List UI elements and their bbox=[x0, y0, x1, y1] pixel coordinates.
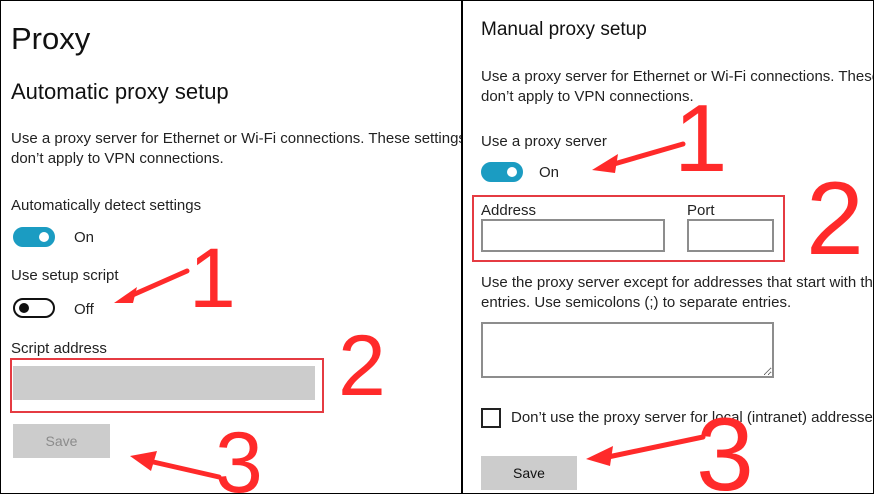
annotation-number-2: 2 bbox=[806, 161, 864, 277]
manual-proxy-panel: Manual proxy setup Use a proxy server fo… bbox=[465, 1, 874, 493]
save-button[interactable]: Save bbox=[13, 424, 110, 458]
setup-script-label: Use setup script bbox=[11, 267, 119, 284]
toggle-on-icon bbox=[507, 167, 517, 177]
manual-proxy-title: Manual proxy setup bbox=[481, 19, 647, 40]
use-proxy-state: On bbox=[539, 164, 560, 181]
proxy-description: Use a proxy server for Ethernet or Wi-Fi… bbox=[11, 130, 463, 167]
annotation-number-1: 1 bbox=[189, 231, 236, 325]
proxy-settings-screenshot: Proxy Automatic proxy setup Use a proxy … bbox=[0, 0, 874, 494]
setup-script-state: Off bbox=[74, 301, 94, 318]
checkbox-icon[interactable] bbox=[481, 408, 501, 428]
automatic-proxy-panel: Proxy Automatic proxy setup Use a proxy … bbox=[1, 1, 463, 493]
exceptions-description: Use the proxy server except for addresse… bbox=[481, 274, 874, 311]
exceptions-input[interactable] bbox=[481, 322, 774, 378]
address-input[interactable] bbox=[481, 219, 665, 252]
script-address-label: Script address bbox=[11, 340, 107, 357]
port-input[interactable] bbox=[687, 219, 774, 252]
save-button[interactable]: Save bbox=[481, 456, 577, 490]
script-address-input[interactable] bbox=[13, 366, 315, 400]
toggle-off-icon bbox=[19, 303, 29, 313]
annotation-number-1: 1 bbox=[674, 85, 728, 192]
section-title: Automatic proxy setup bbox=[11, 79, 229, 104]
local-bypass-label: Don’t use the proxy server for local (in… bbox=[511, 409, 874, 426]
auto-detect-toggle[interactable] bbox=[13, 227, 55, 247]
use-proxy-label: Use a proxy server bbox=[481, 133, 607, 150]
annotation-number-3: 3 bbox=[696, 397, 754, 493]
page-title: Proxy bbox=[11, 21, 91, 56]
use-proxy-toggle[interactable] bbox=[481, 162, 523, 182]
annotation-arrow-icon bbox=[130, 451, 222, 480]
annotation-number-3: 3 bbox=[215, 415, 263, 493]
port-label: Port bbox=[687, 202, 715, 219]
annotation-number-2: 2 bbox=[338, 318, 386, 414]
toggle-on-icon bbox=[39, 232, 49, 242]
setup-script-toggle[interactable] bbox=[13, 298, 55, 318]
auto-detect-label: Automatically detect settings bbox=[11, 197, 202, 214]
address-label: Address bbox=[481, 202, 537, 219]
annotation-arrow-icon bbox=[586, 434, 706, 466]
auto-detect-state: On bbox=[74, 229, 95, 246]
